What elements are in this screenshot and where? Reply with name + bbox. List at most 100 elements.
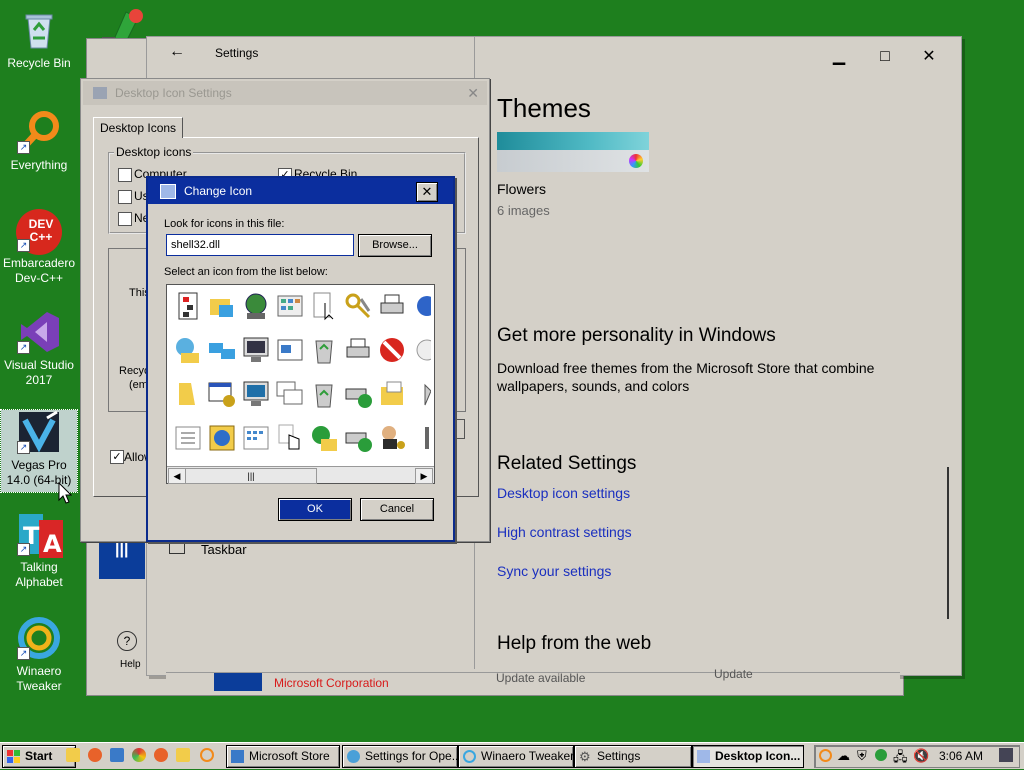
cancel-button[interactable]: Cancel [360,498,434,521]
details-view-icon[interactable] [241,423,271,453]
desktop-icon-vegas-pro[interactable]: ↗ Vegas Pro 14.0 (64-bit) [0,409,78,493]
blue-circle-icon[interactable] [411,291,437,321]
firefox-quicklaunch-icon[interactable] [154,748,168,762]
link-sync-settings[interactable]: Sync your settings [497,563,611,579]
scrollbar[interactable] [947,467,949,619]
help-circle-icon[interactable]: ? [117,631,137,651]
theme-preview[interactable] [497,132,649,172]
desktop-icon-devcpp[interactable]: DEV C++ ↗ Embarcadero Dev-C++ [1,208,77,286]
icon-list-scrollbar[interactable]: ◀ ||| ▶ [167,466,434,484]
scroll-thumb[interactable]: ||| [185,468,317,484]
shortcut-arrow-icon: ↗ [17,141,30,154]
recycle-bin-icon[interactable] [309,379,339,409]
dialog-close-icon[interactable]: ✕ [467,81,479,105]
vegas-pro-icon: ↗ [17,410,61,454]
ok-button[interactable]: OK [278,498,352,521]
windows-cascade-icon[interactable] [275,379,305,409]
change-icon-titlebar: Change Icon [148,178,453,204]
explorer-quicklaunch-icon[interactable] [66,748,80,762]
dialog-app-icon [93,87,107,99]
partial-icon[interactable] [411,423,431,453]
firefox-quicklaunch-icon[interactable] [88,748,102,762]
nav-item-taskbar[interactable]: Taskbar [201,542,247,557]
dialog-titlebar: Desktop Icon Settings ✕ [83,81,487,105]
network-tray-icon[interactable]: 🖧 [893,748,908,770]
document-cursor-icon[interactable] [309,291,339,321]
list-view-icon[interactable] [173,423,203,453]
taskbar-button-settings-ope[interactable]: Settings for Ope... [342,745,458,768]
folder-document-icon[interactable] [377,379,407,409]
globe-picture-icon[interactable] [207,423,237,453]
desktop-icon-recycle-bin[interactable]: Recycle Bin [1,8,77,71]
start-button[interactable]: Start [2,745,76,768]
browse-button[interactable]: Browse... [358,234,432,257]
globe-folder-icon[interactable] [309,423,339,453]
look-for-label: Look for icons in this file: [164,218,285,230]
taskbar: Start Microsoft Store Settings for Ope..… [0,742,1024,769]
desktop-icon-everything[interactable]: ↗ Everything [1,110,77,173]
link-desktop-icon-settings[interactable]: Desktop icon settings [497,485,630,501]
user-key-icon[interactable] [377,423,407,453]
cloud-tray-icon[interactable]: ☁ [837,748,850,764]
shortcut-arrow-icon: ↗ [17,543,30,556]
taskbar-button-desktop-icon[interactable]: Desktop Icon... [692,745,804,768]
checkbox-network[interactable] [118,212,132,226]
network-globe-icon[interactable] [173,335,203,365]
everything-quicklaunch-icon[interactable] [200,748,214,762]
printer-check-icon[interactable] [343,379,373,409]
theme-name: Flowers [497,181,547,197]
update-button[interactable]: Update [714,667,753,681]
desktop-icon-label: Talking Alphabet [15,560,63,589]
hand-pointer-icon[interactable] [275,423,305,453]
app-list-row[interactable]: Microsoft Corporation Update available U… [166,667,900,693]
taskbar-button-winaero[interactable]: Winaero Tweaker [458,745,574,768]
globe-tray-icon[interactable] [875,749,887,761]
desktop-icon-talking-alphabet[interactable]: TA ↗ Talking Alphabet [1,512,77,590]
printer-check-icon[interactable] [343,423,373,453]
scroll-right-arrow-icon[interactable]: ▶ [415,468,433,484]
icon-list[interactable]: ◀ ||| ▶ [166,284,438,484]
clock[interactable]: 3:06 AM [939,749,983,763]
desktop-icon-visual-studio[interactable]: ↗ Visual Studio 2017 [1,310,77,388]
desktop-icon-winaero-tweaker[interactable]: ↗ Winaero Tweaker [1,616,77,694]
keys-icon[interactable] [343,291,373,321]
checkbox-users[interactable] [118,190,132,204]
volume-muted-tray-icon[interactable]: 🔇 [913,748,929,764]
dialog-app-icon [160,184,176,199]
printer-icon[interactable] [377,291,407,321]
globe-computer-icon[interactable] [241,291,271,321]
file-path-input[interactable]: shell32.dll [166,234,354,256]
taskbar-nav-icon [169,543,185,554]
checkbox-allow-themes[interactable]: ✓ [110,450,124,464]
preview-label: Recyc [119,365,150,377]
chrome-quicklaunch-icon[interactable] [132,748,146,762]
tree-view-icon[interactable] [173,291,203,321]
folder-star-icon[interactable] [173,379,203,409]
settings-window-icon[interactable] [207,379,237,409]
search-tray-icon[interactable] [819,749,832,762]
display-window-icon[interactable] [275,335,305,365]
tab-desktop-icons[interactable]: Desktop Icons [93,117,184,138]
partial-icon[interactable] [411,379,432,409]
link-high-contrast-settings[interactable]: High contrast settings [497,524,632,540]
folder-quicklaunch-icon[interactable] [176,748,190,762]
no-entry-icon[interactable] [377,335,407,365]
network-folder-icon[interactable] [207,291,237,321]
monitor-icon[interactable] [241,335,271,365]
network-computers-icon[interactable] [207,335,237,365]
back-arrow-icon[interactable]: ← [169,43,185,61]
close-dialog-button[interactable]: ✕ [416,182,438,202]
shield-tray-icon[interactable]: ⛨ [857,748,867,764]
monitor-screen-icon[interactable] [241,379,271,409]
recycle-bin-full-icon[interactable] [309,335,339,365]
clock-icon[interactable] [411,335,438,365]
publisher-name: Microsoft Corporation [274,676,389,690]
scroll-left-arrow-icon[interactable]: ◀ [168,468,186,484]
printer-icon[interactable] [343,335,373,365]
checkbox-computer[interactable] [118,168,132,182]
taskbar-button-store[interactable]: Microsoft Store [226,745,340,768]
keyboard-quicklaunch-icon[interactable] [110,748,124,762]
show-desktop-icon[interactable] [999,748,1013,762]
taskbar-button-settings[interactable]: ⚙ Settings [574,745,692,768]
icon-view-icon[interactable] [275,291,305,321]
